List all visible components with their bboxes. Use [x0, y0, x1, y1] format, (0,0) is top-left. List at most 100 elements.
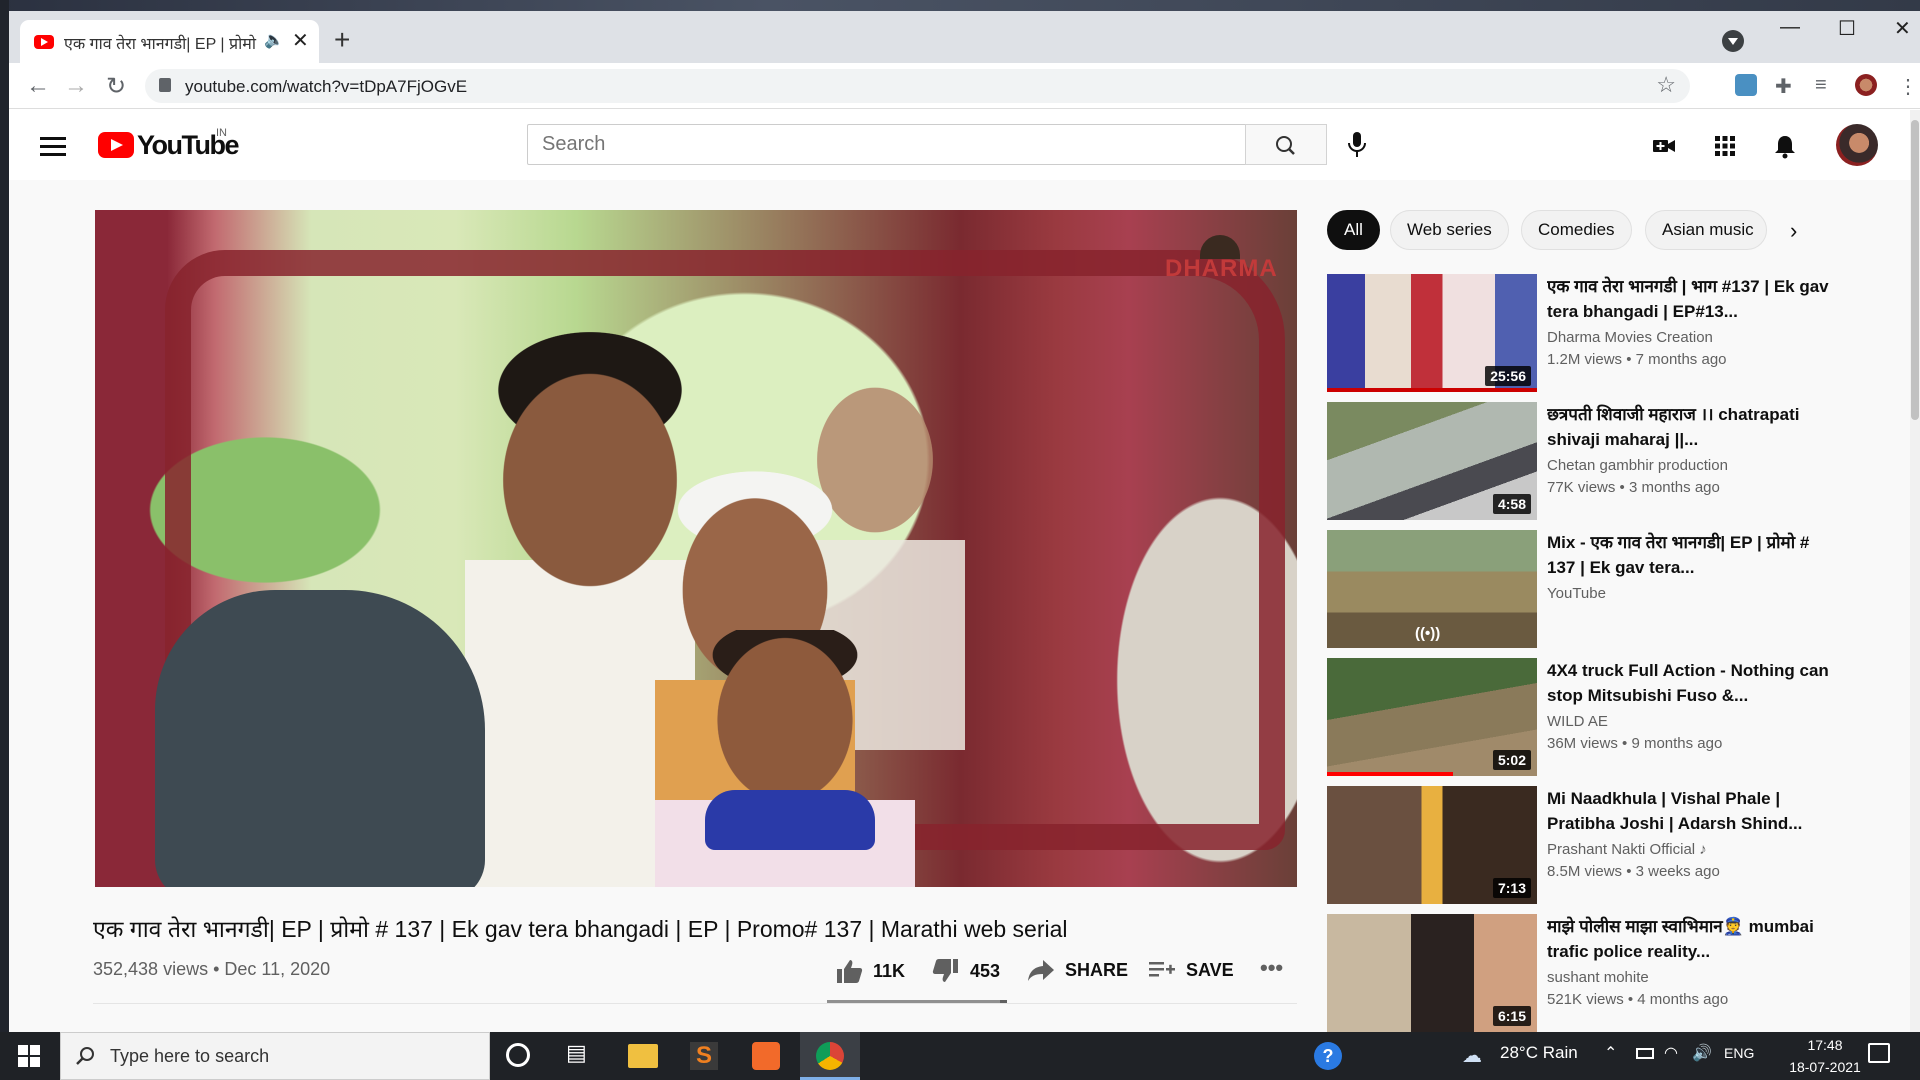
chip-comedies[interactable]: Comedies: [1521, 210, 1632, 250]
back-icon[interactable]: ←: [26, 72, 50, 100]
more-actions-icon[interactable]: •••: [1260, 955, 1283, 981]
video-thumbnail[interactable]: 25:56: [1327, 274, 1537, 392]
search-icon: [1276, 136, 1295, 155]
recommendation-item[interactable]: 7:13 Mi Naadkhula | Vishal Phale | Prati…: [1327, 786, 1847, 904]
desktop-wallpaper-edge: [0, 0, 9, 1032]
task-view-icon[interactable]: ▤: [566, 1040, 598, 1072]
notifications-bell-icon[interactable]: [1771, 132, 1799, 160]
recommendation-item[interactable]: 4:58 छत्रपती शिवाजी महाराज ।। chatrapati…: [1327, 402, 1847, 520]
video-thumbnail[interactable]: 4:58: [1327, 402, 1537, 520]
minimize-icon[interactable]: —: [1780, 16, 1800, 39]
dislike-button[interactable]: 453: [932, 958, 1000, 984]
chip-web-series[interactable]: Web series: [1390, 210, 1509, 250]
extension-icon[interactable]: [1735, 74, 1757, 96]
thumbs-down-icon: [932, 959, 958, 982]
recommendation-item[interactable]: 6:15 माझे पोलीस माझा स्वाभिमान👮 mumbai t…: [1327, 914, 1847, 1032]
language-indicator[interactable]: ENG: [1724, 1045, 1754, 1061]
add-to-playlist-icon: [1149, 962, 1175, 977]
save-label: SAVE: [1186, 959, 1234, 980]
views-age: 1.2M views • 7 months ago: [1547, 351, 1727, 368]
chrome-taskbar-item[interactable]: [800, 1032, 860, 1080]
volume-icon[interactable]: 🔊: [1692, 1043, 1712, 1063]
tab-title: एक गाव तेरा भानगडी| EP | प्रोमो: [64, 36, 256, 53]
apps-grid-icon[interactable]: [1711, 132, 1739, 160]
like-button[interactable]: 11K: [835, 958, 905, 984]
taskbar-clock[interactable]: 17:48 18-07-2021: [1780, 1034, 1870, 1078]
channel-name[interactable]: YouTube: [1547, 585, 1606, 602]
hamburger-menu-icon[interactable]: [40, 137, 66, 156]
browser-tab[interactable]: एक गाव तेरा भानगडी| EP | प्रोमो 🔈 ✕: [20, 20, 319, 64]
cortana-icon[interactable]: [506, 1043, 530, 1067]
save-button[interactable]: SAVE: [1148, 958, 1234, 982]
video-views-date: 352,438 views • Dec 11, 2020: [93, 959, 331, 979]
forward-icon[interactable]: →: [64, 72, 88, 100]
weather-text[interactable]: 28°C Rain: [1500, 1043, 1578, 1063]
maximize-icon[interactable]: ☐: [1838, 16, 1856, 41]
microphone-icon[interactable]: [1344, 130, 1370, 160]
help-icon[interactable]: ?: [1314, 1042, 1342, 1070]
video-player[interactable]: DHARMA: [95, 210, 1297, 887]
mix-radio-icon: ((•)): [1415, 625, 1441, 642]
puzzle-extensions-icon[interactable]: ✚: [1775, 74, 1797, 98]
speaker-icon[interactable]: 🔈: [264, 30, 284, 50]
like-count: 11K: [873, 960, 906, 981]
views-age: 36M views • 9 months ago: [1547, 735, 1723, 752]
clock-date: 18-07-2021: [1789, 1059, 1861, 1075]
file-explorer-icon[interactable]: [628, 1044, 658, 1068]
search-input[interactable]: [527, 124, 1246, 165]
battery-icon[interactable]: [1636, 1048, 1654, 1059]
channel-name[interactable]: Prashant Nakti Official ♪: [1547, 841, 1707, 858]
reload-icon[interactable]: ↻: [106, 72, 126, 101]
views-age: 77K views • 3 months ago: [1547, 479, 1720, 496]
account-avatar[interactable]: [1836, 124, 1878, 166]
share-button[interactable]: SHARE: [1027, 958, 1128, 982]
recommendation-title[interactable]: Mix - एक गाव तेरा भानगडी| EP | प्रोमो # …: [1547, 530, 1837, 580]
recommendation-title[interactable]: Mi Naadkhula | Vishal Phale | Pratibha J…: [1547, 786, 1837, 836]
chip-asian-music[interactable]: Asian music: [1645, 210, 1767, 250]
share-arrow-icon: [1028, 960, 1054, 981]
profile-avatar-icon[interactable]: [1855, 74, 1877, 96]
recommendation-title[interactable]: छत्रपती शिवाजी महाराज ।। chatrapati shiv…: [1547, 402, 1837, 452]
bookmark-star-icon[interactable]: ☆: [1656, 72, 1676, 98]
tab-search-icon[interactable]: [1722, 30, 1744, 52]
search-button[interactable]: [1245, 124, 1327, 165]
video-thumbnail[interactable]: ((•)): [1327, 530, 1537, 648]
kebab-menu-icon[interactable]: ⋮: [1898, 74, 1920, 98]
video-thumbnail[interactable]: 5:02: [1327, 658, 1537, 776]
xampp-icon[interactable]: [752, 1042, 780, 1070]
media-queue-icon[interactable]: ≡: [1815, 74, 1837, 96]
channel-name[interactable]: Dharma Movies Creation: [1547, 329, 1713, 346]
tray-chevron-icon[interactable]: ⌃: [1604, 1043, 1617, 1063]
video-thumbnail[interactable]: 6:15: [1327, 914, 1537, 1032]
channel-name[interactable]: WILD AE: [1547, 713, 1608, 730]
create-video-icon[interactable]: [1650, 132, 1678, 160]
sublime-text-icon[interactable]: S: [690, 1042, 718, 1070]
chip-all[interactable]: All: [1327, 210, 1380, 250]
video-thumbnail[interactable]: 7:13: [1327, 786, 1537, 904]
new-tab-icon[interactable]: +: [334, 26, 350, 54]
channel-name[interactable]: sushant mohite: [1547, 969, 1649, 986]
windows-start-icon[interactable]: [18, 1045, 40, 1067]
address-bar[interactable]: youtube.com/watch?v=tDpA7FjOGvE ☆: [145, 69, 1690, 103]
recommendation-title[interactable]: 4X4 truck Full Action - Nothing can stop…: [1547, 658, 1837, 708]
recommendation-title[interactable]: माझे पोलीस माझा स्वाभिमान👮 mumbai trafic…: [1547, 914, 1837, 964]
recommendation-item[interactable]: 5:02 4X4 truck Full Action - Nothing can…: [1327, 658, 1847, 776]
duration-badge: 7:13: [1492, 878, 1531, 898]
watch-progress-bar: [1327, 772, 1453, 776]
close-tab-icon[interactable]: ✕: [292, 28, 309, 53]
taskbar-search-box[interactable]: Type here to search: [60, 1032, 490, 1080]
youtube-logo-icon[interactable]: [98, 132, 134, 158]
notification-center-icon[interactable]: [1868, 1043, 1890, 1063]
scrollbar-thumb[interactable]: [1911, 120, 1919, 420]
recommendation-item[interactable]: ((•)) Mix - एक गाव तेरा भानगडी| EP | प्र…: [1327, 530, 1847, 648]
wifi-icon[interactable]: ◠: [1664, 1043, 1678, 1063]
recommendation-title[interactable]: एक गाव तेरा भानगडी | भाग #137 | Ek gav t…: [1547, 274, 1837, 324]
country-code: IN: [216, 127, 227, 139]
channel-name[interactable]: Chetan gambhir production: [1547, 457, 1728, 474]
close-window-icon[interactable]: ✕: [1894, 16, 1911, 41]
recommendation-item[interactable]: 25:56 एक गाव तेरा भानगडी | भाग #137 | Ek…: [1327, 274, 1847, 392]
search-field[interactable]: [528, 125, 1245, 164]
taskbar-search-placeholder: Type here to search: [110, 1046, 270, 1066]
chevron-right-icon[interactable]: ›: [1790, 218, 1797, 244]
clock-time: 17:48: [1807, 1037, 1843, 1053]
